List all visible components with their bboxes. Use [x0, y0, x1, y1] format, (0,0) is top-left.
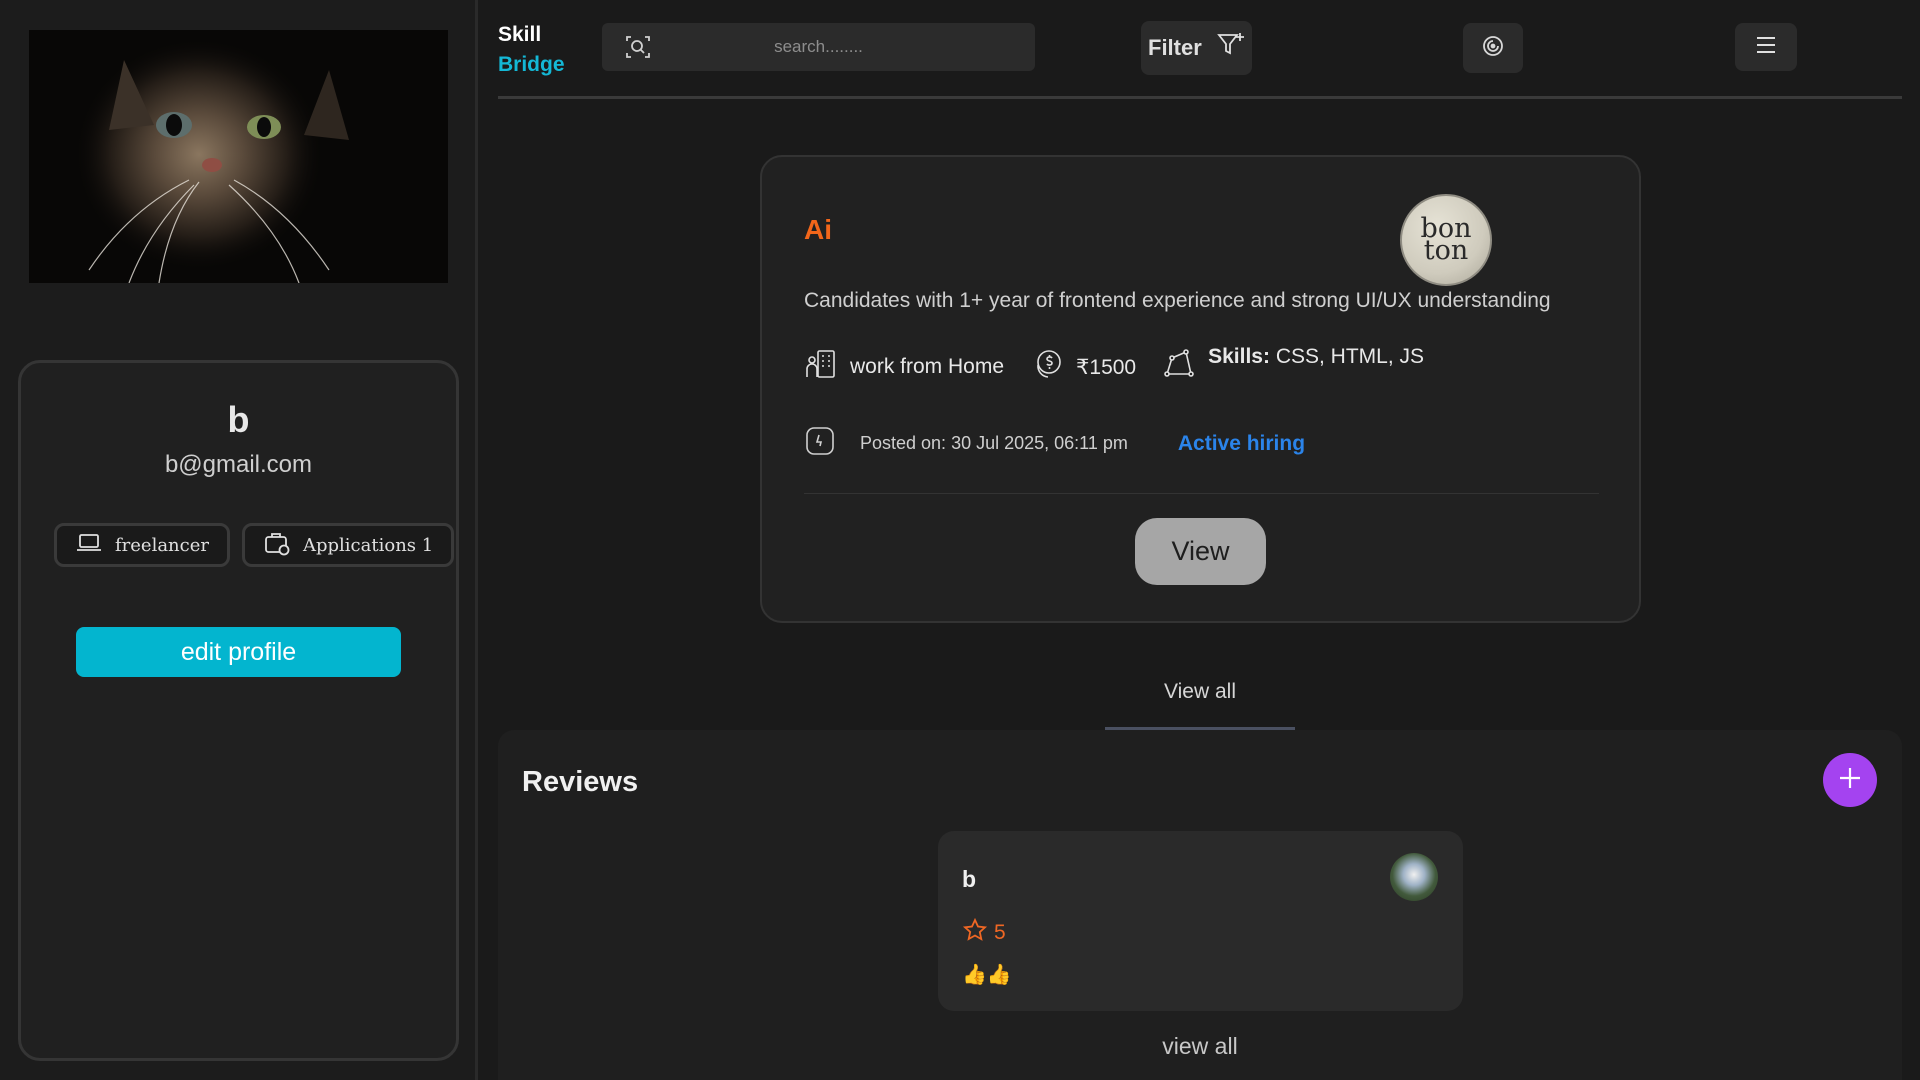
review-rating: 5: [962, 917, 1006, 949]
building-person-icon: [804, 347, 838, 387]
job-title[interactable]: Ai: [804, 214, 832, 246]
review-text: 👍👍: [962, 964, 1012, 986]
applications-chip-label: Applications 1: [303, 534, 434, 556]
view-all-reviews-link: view all: [498, 1033, 1902, 1060]
filter-label: Filter: [1148, 35, 1202, 60]
profile-cover-image: [29, 30, 448, 283]
skills-text: Skills: CSS, HTML, JS: [1208, 345, 1424, 369]
review-card: b 5 👍👍: [938, 831, 1463, 1011]
theme-toggle-button[interactable]: [1463, 23, 1523, 73]
profile-name: b: [227, 399, 250, 440]
app-logo[interactable]: Skill Bridge: [498, 20, 565, 80]
coin-dollar-icon: [1030, 347, 1064, 387]
search-bar[interactable]: search........: [602, 23, 1035, 71]
search-input[interactable]: search........: [602, 37, 1035, 57]
logo-line-1: Skill: [498, 23, 542, 46]
filter-plus-icon: [1216, 30, 1246, 66]
profile-email: b@gmail.com: [164, 451, 313, 478]
briefcase-icon: [263, 529, 291, 562]
search-icon[interactable]: [624, 33, 652, 61]
profile-chips: freelancer Applications 1: [54, 523, 455, 567]
reviewer-avatar[interactable]: [1390, 853, 1438, 901]
posted-date: Posted on: 30 Jul 2025, 06:11 pm: [860, 433, 1128, 453]
applications-chip[interactable]: Applications 1: [242, 523, 455, 567]
status-badge: Active hiring: [1177, 431, 1306, 455]
job-description: Candidates with 1+ year of frontend expe…: [804, 289, 1551, 312]
shapes-icon: [1162, 347, 1196, 387]
role-chip[interactable]: freelancer: [54, 523, 230, 567]
plus-icon: [1837, 765, 1863, 796]
menu-button[interactable]: [1735, 23, 1797, 71]
star-icon: [962, 917, 988, 949]
skills-label: Skills:: [1208, 345, 1270, 368]
company-logo-text: bon ton: [1420, 213, 1472, 266]
company-logo: bon ton: [1400, 194, 1492, 286]
role-chip-label: freelancer: [115, 534, 209, 556]
laptop-icon: [75, 529, 103, 562]
salary: ₹1500: [1030, 347, 1136, 387]
profile-sidebar: b b@gmail.com freelancer Applications 1 …: [0, 0, 478, 1080]
reviewer-name: b: [962, 866, 977, 892]
hamburger-menu-icon: [1754, 33, 1778, 62]
edit-profile-button[interactable]: edit profile: [76, 627, 401, 677]
view-all-reviews-label[interactable]: view all: [1162, 1033, 1237, 1059]
job-card: Ai bon ton Candidates with 1+ year of fr…: [760, 155, 1641, 623]
profile-card: b b@gmail.com freelancer Applications 1 …: [18, 360, 459, 1061]
reviews-section: Reviews b 5 👍👍 view all: [498, 730, 1902, 1080]
filter-button[interactable]: Filter: [1141, 21, 1252, 75]
rating-value: 5: [994, 921, 1006, 944]
logo-line-2: Bridge: [498, 53, 565, 76]
reviews-title: Reviews: [522, 766, 639, 798]
view-all-jobs-link[interactable]: View all: [1105, 680, 1295, 730]
work-mode: work from Home: [804, 347, 1004, 387]
view-job-button[interactable]: View: [1135, 518, 1266, 585]
header-divider: [498, 96, 1902, 99]
theme-toggle-icon: [1480, 33, 1506, 64]
job-meta-row: work from Home ₹1500 Skills: CSS, HTML, …: [804, 345, 1450, 387]
posted-row: Posted on: 30 Jul 2025, 06:11 pm Active …: [804, 425, 1305, 462]
skills-value: CSS, HTML, JS: [1269, 345, 1425, 368]
salary-label: ₹1500: [1076, 355, 1137, 379]
clock-icon: [804, 425, 860, 462]
skills: Skills: CSS, HTML, JS: [1162, 345, 1424, 387]
job-card-divider: [804, 493, 1599, 494]
add-review-button[interactable]: [1823, 753, 1877, 807]
work-mode-label: work from Home: [850, 355, 1005, 378]
